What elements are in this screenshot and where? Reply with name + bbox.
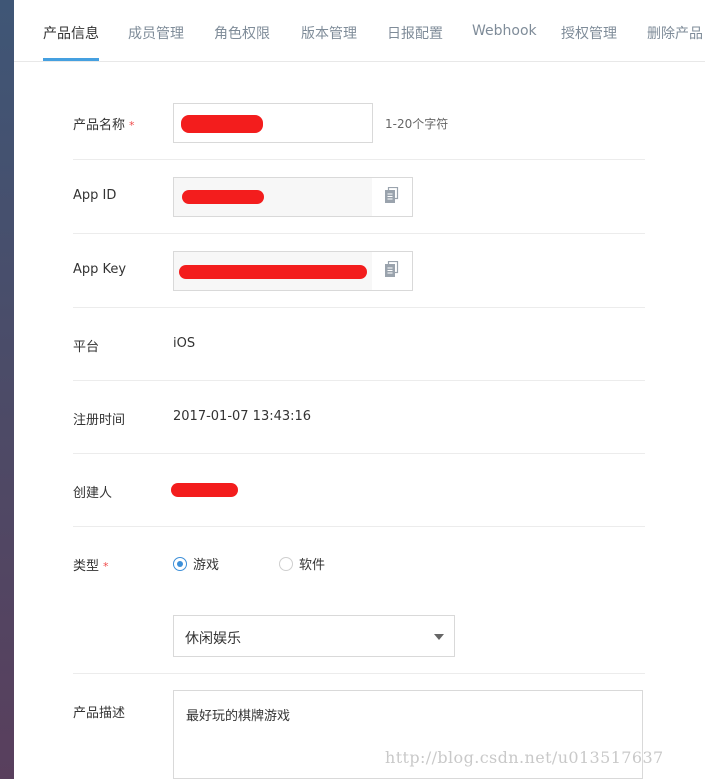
row-divider xyxy=(73,453,645,454)
platform-value: iOS xyxy=(173,336,196,351)
copy-icon xyxy=(385,260,399,281)
blog-watermark: http://blog.csdn.net/u013517637 xyxy=(385,748,664,767)
redacted-value xyxy=(182,190,264,204)
radio-checked-icon xyxy=(173,556,187,571)
description-label: 产品描述 xyxy=(73,706,126,721)
type-label: 类型 * xyxy=(73,555,109,574)
product-name-hint: 1-20个字符 xyxy=(385,117,449,131)
radio-game-label: 游戏 xyxy=(193,558,220,573)
tab-webhook[interactable]: Webhook xyxy=(472,23,537,39)
caret-down-icon xyxy=(434,634,444,640)
required-mark: * xyxy=(129,119,135,132)
tab-delete-product[interactable]: 删除产品 xyxy=(647,23,703,43)
app-key-field[interactable] xyxy=(173,251,373,291)
window-background-edge xyxy=(0,0,14,779)
product-settings-panel: 产品信息 成员管理 角色权限 版本管理 日报配置 Webhook 授权管理 删除… xyxy=(14,0,705,779)
product-name-label: 产品名称 * xyxy=(73,114,135,133)
row-divider xyxy=(73,159,645,160)
category-select[interactable]: 休闲娱乐 xyxy=(173,615,455,657)
platform-label: 平台 xyxy=(73,340,100,355)
tab-bar: 产品信息 成员管理 角色权限 版本管理 日报配置 Webhook 授权管理 删除… xyxy=(14,0,705,62)
radio-unchecked-icon xyxy=(279,556,293,571)
creator-label: 创建人 xyxy=(73,486,113,501)
tab-role-permissions[interactable]: 角色权限 xyxy=(214,23,270,43)
redacted-value xyxy=(181,115,263,133)
copy-app-id-button[interactable] xyxy=(372,177,413,217)
description-text: 最好玩的棋牌游戏 xyxy=(186,709,291,724)
copy-icon xyxy=(385,186,399,207)
tab-version-management[interactable]: 版本管理 xyxy=(301,23,357,43)
tab-authorization-management[interactable]: 授权管理 xyxy=(561,23,617,43)
required-mark: * xyxy=(103,560,109,573)
tab-daily-report-config[interactable]: 日报配置 xyxy=(387,23,443,43)
row-divider xyxy=(73,307,645,308)
product-name-label-text: 产品名称 xyxy=(73,118,126,133)
row-divider xyxy=(73,673,645,674)
tab-member-management[interactable]: 成员管理 xyxy=(128,23,184,43)
copy-app-key-button[interactable] xyxy=(372,251,413,291)
tab-product-info[interactable]: 产品信息 xyxy=(43,23,99,43)
app-id-field[interactable] xyxy=(173,177,373,217)
redacted-value xyxy=(179,265,367,279)
active-tab-indicator xyxy=(43,58,99,61)
row-divider xyxy=(73,526,645,527)
radio-software[interactable]: 软件 xyxy=(279,554,325,573)
creator-redacted-value xyxy=(171,483,238,497)
category-select-value: 休闲娱乐 xyxy=(185,631,241,647)
app-id-label: App ID xyxy=(73,188,117,203)
type-label-text: 类型 xyxy=(73,559,100,574)
register-time-label: 注册时间 xyxy=(73,413,126,428)
row-divider xyxy=(73,380,645,381)
row-divider xyxy=(73,233,645,234)
product-name-input[interactable] xyxy=(173,103,373,143)
app-key-label: App Key xyxy=(73,262,127,277)
register-time-value: 2017-01-07 13:43:16 xyxy=(173,409,312,424)
radio-game[interactable]: 游戏 xyxy=(173,554,219,573)
radio-software-label: 软件 xyxy=(299,558,326,573)
